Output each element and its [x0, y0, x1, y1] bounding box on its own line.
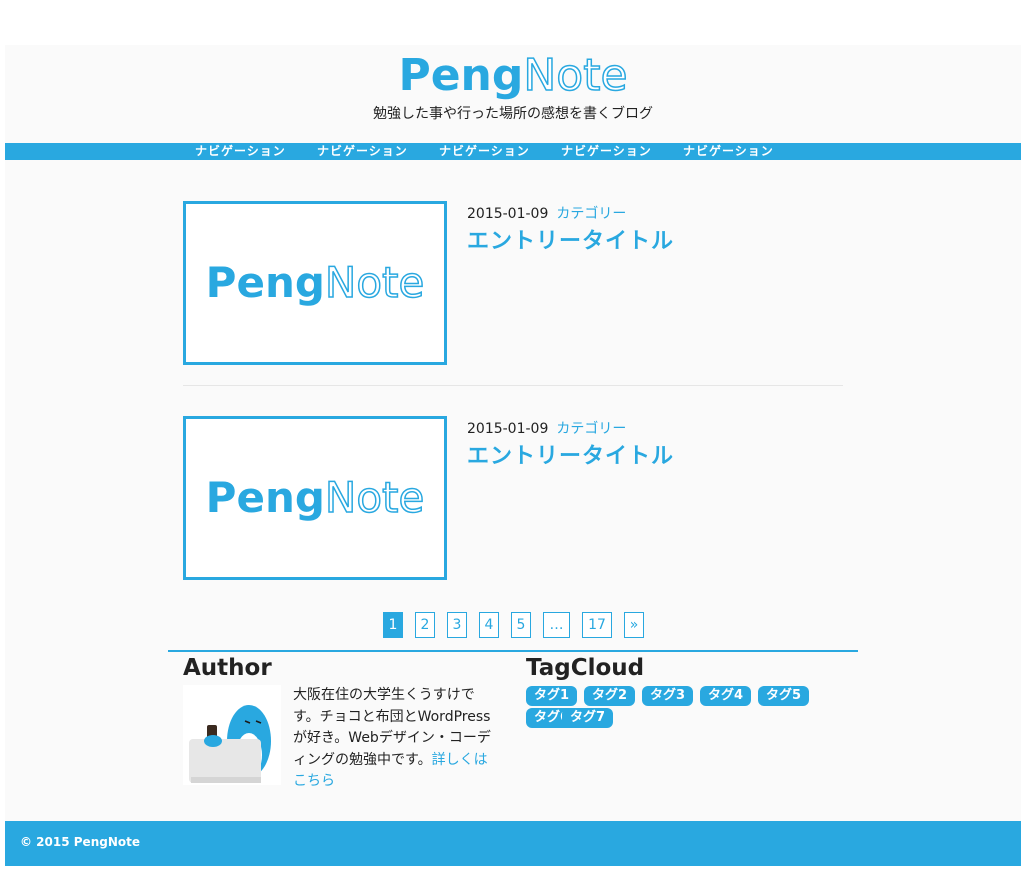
tag-link[interactable]: タグ5: [758, 686, 810, 706]
nav-item-4[interactable]: ナビゲーション: [561, 143, 683, 160]
thumb-logo-note: Note: [324, 473, 425, 522]
page-link-1[interactable]: 1: [383, 612, 403, 638]
author-bio: 大阪在住の大学生くうすけです。チョコと布団とWordPressが好き。Webデザ…: [293, 685, 493, 793]
site-footer: © 2015 PengNote: [5, 821, 1021, 866]
nav-item-1[interactable]: ナビゲーション: [195, 143, 317, 160]
page-link-17[interactable]: 17: [582, 612, 612, 638]
thumb-logo-note: Note: [324, 258, 425, 307]
nav-item-3[interactable]: ナビゲーション: [439, 143, 561, 160]
entry-thumbnail[interactable]: PengNote: [183, 201, 447, 365]
nav-item-2[interactable]: ナビゲーション: [317, 143, 439, 160]
site-tagline: 勉強した事や行った場所の感想を書くブログ: [373, 106, 653, 122]
entry-meta: 2015-01-09 カテゴリー: [467, 418, 626, 438]
tag-link[interactable]: タグ4: [700, 686, 752, 706]
nav-item-5[interactable]: ナビゲーション: [683, 143, 805, 160]
next-page-link[interactable]: »: [624, 612, 644, 638]
entry-title-link[interactable]: エントリータイトル: [467, 223, 674, 255]
entry-date: 2015-01-09: [467, 206, 549, 222]
widget-area-divider: [168, 650, 858, 652]
page-ellipsis: …: [543, 612, 570, 638]
global-nav: ナビゲーション ナビゲーション ナビゲーション ナビゲーション ナビゲーション: [5, 143, 1021, 160]
copyright-text: © 2015 PengNote: [20, 835, 140, 849]
page-container: PengNote 勉強した事や行った場所の感想を書くブログ ナビゲーション ナビ…: [5, 45, 1021, 821]
page-link-5[interactable]: 5: [511, 612, 531, 638]
tag-link[interactable]: タグ7: [562, 708, 614, 728]
thumb-logo-peng: Peng: [205, 258, 325, 307]
logo-note: Note: [523, 49, 629, 102]
entry-category-link[interactable]: カテゴリー: [556, 421, 626, 437]
penguin-avatar-icon: [183, 685, 281, 785]
author-widget-title: Author: [183, 655, 272, 681]
site-logo[interactable]: PengNote: [5, 47, 1021, 105]
entry-category-link[interactable]: カテゴリー: [556, 206, 626, 222]
tag-link[interactable]: タグ2: [584, 686, 636, 706]
entry-meta: 2015-01-09 カテゴリー: [467, 203, 626, 223]
pagination: 1 2 3 4 5 … 17 »: [383, 612, 656, 638]
thumb-logo-peng: Peng: [205, 473, 325, 522]
page-link-4[interactable]: 4: [479, 612, 499, 638]
page-link-2[interactable]: 2: [415, 612, 435, 638]
page-link-3[interactable]: 3: [447, 612, 467, 638]
entry-thumbnail[interactable]: PengNote: [183, 416, 447, 580]
entry-date: 2015-01-09: [467, 421, 549, 437]
tag-link[interactable]: タグ3: [642, 686, 694, 706]
tag-link[interactable]: タグ1: [526, 686, 578, 706]
entry-title-link[interactable]: エントリータイトル: [467, 438, 674, 470]
logo-peng: Peng: [398, 50, 524, 101]
tagcloud-widget-title: TagCloud: [526, 655, 645, 681]
entry-divider: [183, 385, 843, 386]
